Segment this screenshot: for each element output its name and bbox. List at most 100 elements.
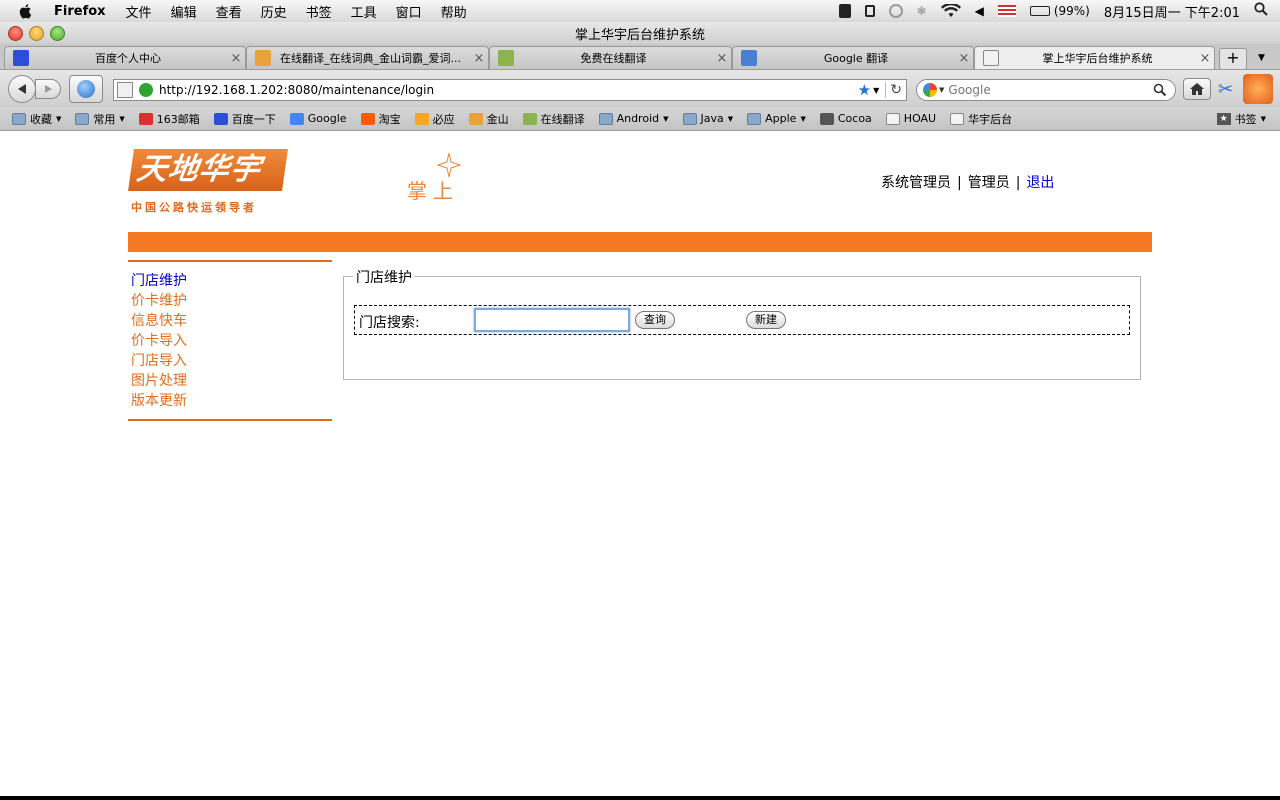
sidebar-item-price-card-import[interactable]: 价卡导入: [131, 330, 187, 350]
window-title: 掌上华宇后台维护系统: [574, 27, 705, 43]
address-bar[interactable]: http://192.168.1.202:8080/maintenance/lo…: [113, 79, 907, 101]
sidebar-item-store-maintenance[interactable]: 门店维护: [131, 270, 187, 290]
bookmark-item[interactable]: 淘宝: [360, 111, 401, 127]
addon-button[interactable]: [69, 75, 103, 103]
bookmark-item[interactable]: Android ▼: [598, 112, 669, 125]
close-icon[interactable]: ×: [227, 51, 245, 66]
menu-tools[interactable]: 工具: [351, 2, 377, 21]
close-icon[interactable]: ×: [1196, 51, 1214, 66]
chevron-down-icon: ▼: [56, 114, 62, 123]
bookmark-item[interactable]: HOAU: [885, 112, 936, 125]
zhangshang-logo: 掌上: [405, 153, 465, 211]
bookmark-item[interactable]: Cocoa: [819, 112, 872, 125]
bookmark-item[interactable]: 百度一下: [213, 111, 276, 127]
us-flag-icon[interactable]: [997, 5, 1016, 17]
home-button[interactable]: [1183, 78, 1211, 100]
sidebar-item-store-import[interactable]: 门店导入: [131, 350, 187, 370]
separator: |: [1015, 175, 1021, 191]
close-window-button[interactable]: [8, 26, 23, 41]
url-text[interactable]: http://192.168.1.202:8080/maintenance/lo…: [159, 83, 858, 97]
bookmark-item[interactable]: 常用 ▼: [75, 111, 125, 127]
bookmark-item[interactable]: Google: [289, 112, 347, 125]
tab-iciba[interactable]: 在线翻译_在线词典_金山词霸_爱词... ×: [246, 46, 489, 69]
forward-button[interactable]: [35, 79, 61, 99]
google-engine-icon[interactable]: [923, 83, 937, 97]
bookmark-item[interactable]: Apple ▼: [747, 112, 806, 125]
menu-window[interactable]: 窗口: [396, 2, 422, 21]
bookmark-item[interactable]: 收藏 ▼: [12, 111, 61, 127]
bookmark-label: 必应: [432, 112, 455, 126]
search-bar[interactable]: ▼ Google: [916, 79, 1176, 101]
tab-baidu[interactable]: 百度个人中心 ×: [4, 46, 246, 69]
tab-free-translate[interactable]: 免费在线翻译 ×: [489, 46, 732, 69]
sparkle-icon: [437, 153, 461, 177]
tiandi-huayu-logo[interactable]: 天地华宇 中国公路快运领导者: [128, 149, 291, 215]
firebug-icon[interactable]: [1243, 74, 1273, 104]
bookmark-item[interactable]: Java ▼: [682, 112, 733, 125]
bookmark-label: 在线翻译: [540, 112, 585, 126]
search-icon[interactable]: [1153, 83, 1167, 97]
close-icon[interactable]: ×: [955, 51, 973, 66]
sidebar-item-version-update[interactable]: 版本更新: [131, 390, 187, 410]
site-identity-icon[interactable]: [117, 82, 133, 98]
new-tab-button[interactable]: +: [1219, 48, 1247, 70]
close-icon[interactable]: ×: [713, 51, 731, 66]
menu-app-name[interactable]: Firefox: [54, 4, 106, 19]
bookmarks-menu-button[interactable]: ★ 书签 ▼: [1216, 111, 1266, 127]
zoom-window-button[interactable]: [50, 26, 65, 41]
menu-edit[interactable]: 编辑: [171, 2, 197, 21]
sidebar-item-info-express[interactable]: 信息快车: [131, 310, 187, 330]
bluetooth-icon[interactable]: ✱: [917, 4, 927, 18]
query-button[interactable]: 查询: [635, 311, 675, 329]
bookmark-item[interactable]: 163邮箱: [138, 111, 200, 127]
menu-help[interactable]: 帮助: [441, 2, 467, 21]
forward-arrow-icon: [45, 85, 52, 93]
chevron-down-icon: ▼: [663, 114, 669, 123]
bookmark-item[interactable]: 华宇后台: [950, 111, 1012, 127]
volume-icon[interactable]: ◀: [975, 4, 984, 18]
tab-google-translate[interactable]: Google 翻译 ×: [732, 46, 974, 69]
google-translate-icon: [741, 50, 757, 66]
reload-icon[interactable]: ↻: [885, 82, 906, 98]
mac-menubar: Firefox 文件 编辑 查看 历史 书签 工具 窗口 帮助 ✱ ◀ (99%…: [0, 0, 1280, 23]
sidebar-item-price-card-maintenance[interactable]: 价卡维护: [131, 290, 187, 310]
wifi-icon[interactable]: [940, 4, 961, 18]
bookmark-item[interactable]: 在线翻译: [522, 111, 585, 127]
tab-label: 掌上华宇后台维护系统: [1042, 52, 1153, 65]
bookmark-item[interactable]: 金山: [468, 111, 509, 127]
time-machine-icon[interactable]: [888, 4, 903, 18]
sidebar-item-image-processing[interactable]: 图片处理: [131, 370, 187, 390]
url-history-chevron-icon[interactable]: ▼: [873, 86, 879, 95]
folder-icon: [12, 112, 26, 125]
menu-view[interactable]: 查看: [216, 2, 242, 21]
bookmark-item[interactable]: 必应: [414, 111, 455, 127]
tab-list-chevron-icon[interactable]: ▼: [1258, 53, 1265, 63]
logout-link[interactable]: 退出: [1026, 175, 1054, 191]
apple-logo-icon[interactable]: [18, 3, 34, 19]
bookmark-star-icon[interactable]: ★: [858, 81, 871, 99]
lock-status-icon[interactable]: [864, 5, 875, 17]
menu-bookmarks[interactable]: 书签: [306, 2, 332, 21]
iciba-icon: [468, 112, 483, 125]
menu-file[interactable]: 文件: [126, 2, 152, 21]
folder-icon: [682, 112, 697, 125]
scissors-icon[interactable]: ✂: [1218, 79, 1233, 100]
new-button[interactable]: 新建: [746, 311, 786, 329]
bookmark-label: Apple: [765, 112, 797, 125]
engine-chevron-icon[interactable]: ▼: [939, 86, 944, 94]
store-search-input[interactable]: [474, 308, 630, 332]
connection-status-icon: [139, 83, 153, 97]
evernote-status-icon[interactable]: [838, 4, 851, 18]
menu-history[interactable]: 历史: [261, 2, 287, 21]
back-button[interactable]: [8, 75, 36, 103]
bookmark-label: 淘宝: [378, 112, 401, 126]
battery-icon[interactable]: [1029, 6, 1050, 16]
addon-globe-icon: [77, 80, 95, 98]
tab-huayu-admin[interactable]: 掌上华宇后台维护系统 ×: [974, 46, 1215, 69]
search-input[interactable]: Google: [948, 83, 1153, 97]
spotlight-icon[interactable]: [1254, 2, 1268, 20]
clock-datetime[interactable]: 8月15日周一 下午2:01: [1104, 2, 1240, 21]
minimize-window-button[interactable]: [29, 26, 44, 41]
close-icon[interactable]: ×: [470, 51, 488, 66]
hao123-icon: [498, 50, 514, 66]
